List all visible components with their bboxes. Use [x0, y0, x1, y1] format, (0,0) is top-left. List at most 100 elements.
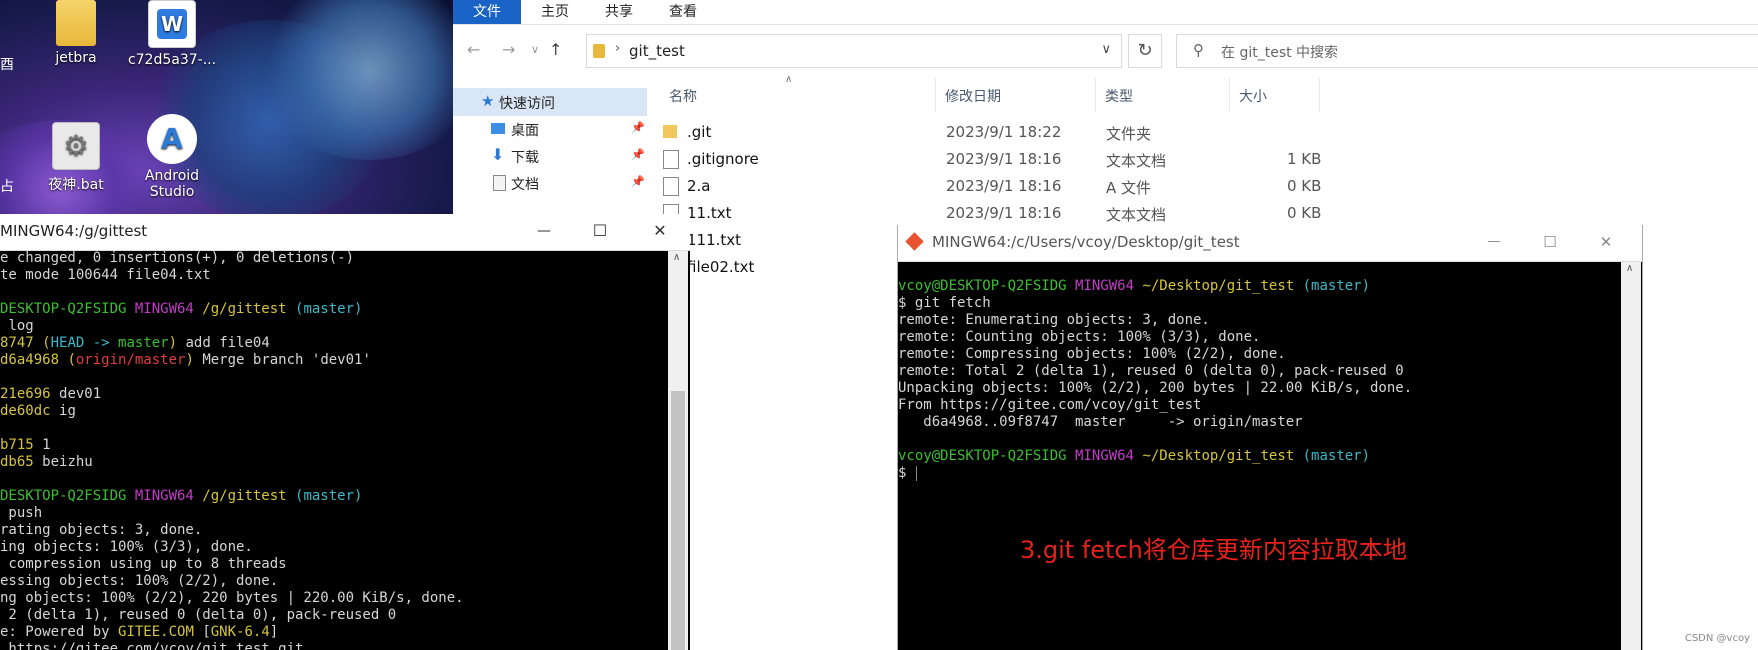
terminal-segment: ig	[59, 403, 76, 419]
red-annotation-text: 3.git fetch将仓库更新内容拉取本地	[1020, 536, 1407, 564]
file-row[interactable]: .gitignore 2023/9/1 18:16 文本文档 1 KB	[647, 146, 1627, 173]
scroll-up-icon[interactable]: ∧	[1626, 263, 1633, 274]
terminal-segment: (	[67, 352, 76, 368]
nav-item-downloads[interactable]: ⬇ 下载 📌	[453, 142, 647, 170]
terminal-line: https://gitee.com/vcoy/git_test.git	[0, 641, 668, 650]
terminal-output[interactable]: e changed, 0 insertions(+), 0 deletions(…	[0, 250, 668, 650]
nav-item-label: 快速访问	[499, 96, 555, 112]
terminal-segment: (master)	[1302, 448, 1371, 464]
desktop-icon-wps-doc[interactable]: W c72d5a37-...	[124, 0, 220, 68]
watermark: CSDN @vcoy	[1684, 633, 1750, 644]
file-size: 0 KB	[1287, 177, 1322, 195]
nav-item-desktop[interactable]: 桌面 📌	[453, 115, 647, 143]
minimize-button[interactable]: —	[1466, 225, 1522, 259]
column-header-name[interactable]: 名称	[669, 86, 697, 106]
maximize-button[interactable]: ☐	[1522, 225, 1578, 259]
terminal-line: essing objects: 100% (2/2), done.	[0, 573, 668, 590]
forward-arrow-icon[interactable]: →	[502, 40, 515, 59]
scrollbar[interactable]: ∧	[668, 251, 688, 650]
column-header-date[interactable]: 修改日期	[945, 86, 1001, 106]
desktop-edge-label: 占	[0, 179, 14, 195]
breadcrumb-current[interactable]: git_test	[629, 42, 685, 60]
pin-icon: 📌	[631, 121, 645, 134]
address-dropdown-icon[interactable]: ∨	[1101, 42, 1111, 57]
terminal-output[interactable]: vcoy@DESKTOP-Q2FSIDG MINGW64 ~/Desktop/g…	[898, 278, 1620, 650]
back-arrow-icon[interactable]: ←	[467, 40, 480, 59]
wps-icon: W	[148, 0, 196, 48]
desktop-icon-jetbra[interactable]: jetbra	[28, 0, 124, 66]
terminal-segment: compression using up to 8 threads	[0, 556, 287, 572]
file-row[interactable]: .git 2023/9/1 18:22 文件夹	[647, 119, 1627, 146]
terminal-segment: 8747	[0, 335, 43, 351]
tab-share[interactable]: 共享	[585, 0, 653, 24]
recent-chevron-icon[interactable]: ∨	[531, 43, 539, 56]
desktop-icon-label: jetbra	[55, 50, 97, 66]
terminal-segment: remote: Total 2 (delta 1), reused 0 (del…	[898, 363, 1404, 379]
gear-icon: ⚙	[52, 122, 100, 170]
column-divider[interactable]	[1095, 78, 1096, 112]
terminal-segment: beizhu	[42, 454, 93, 470]
terminal-line: 8747 (HEAD -> master) add file04	[0, 335, 668, 352]
download-arrow-icon: ⬇	[491, 145, 505, 164]
terminal-segment: remote: Enumerating objects: 3, done.	[898, 312, 1210, 328]
terminal-line: b715 1	[0, 437, 668, 454]
scrollbar[interactable]: ∧	[1621, 262, 1641, 650]
address-bar[interactable]: › git_test ∨	[586, 34, 1122, 68]
close-button[interactable]: ✕	[632, 214, 688, 248]
tab-file[interactable]: 文件	[453, 0, 521, 24]
column-header-row: ∧ 名称 修改日期 类型 大小	[647, 74, 1758, 112]
search-box[interactable]: ⚲ 在 git_test 中搜索	[1176, 34, 1758, 68]
terminal-line: remote: Compressing objects: 100% (2/2),…	[898, 346, 1620, 363]
tab-home[interactable]: 主页	[521, 0, 589, 24]
terminal-segment: GNK-6.4	[210, 624, 270, 640]
minimize-button[interactable]: —	[516, 214, 572, 248]
terminal-segment: d6a4968	[0, 352, 68, 368]
terminal-window-right[interactable]: MINGW64:/c/Users/vcoy/Desktop/git_test —…	[897, 225, 1643, 650]
nav-item-documents[interactable]: 文档 📌	[453, 169, 647, 197]
terminal-segment: de60dc	[0, 403, 60, 419]
android-studio-icon: A	[147, 114, 197, 164]
desktop-icon-android-studio[interactable]: A Android Studio	[124, 114, 220, 200]
column-header-size[interactable]: 大小	[1239, 86, 1267, 106]
file-date: 2023/9/1 18:16	[946, 204, 1062, 222]
nav-item-quick-access[interactable]: ★ 快速访问	[453, 88, 647, 116]
scroll-up-icon[interactable]: ∧	[673, 252, 680, 263]
terminal-line: vcoy@DESKTOP-Q2FSIDG MINGW64 ~/Desktop/g…	[898, 448, 1620, 465]
terminal-line: d6a4968..09f8747 master -> origin/master	[898, 414, 1620, 431]
file-name: 111.txt	[687, 231, 742, 249]
terminal-segment: origin/master	[75, 352, 186, 368]
file-row[interactable]: 11.txt 2023/9/1 18:16 文本文档 0 KB	[647, 200, 1627, 227]
terminal-line: DESKTOP-Q2FSIDG MINGW64 /g/gittest (mast…	[0, 301, 668, 318]
desktop-folder-icon	[491, 123, 505, 134]
search-placeholder: 在 git_test 中搜索	[1221, 45, 1339, 61]
terminal-titlebar[interactable]: MINGW64:/c/Users/vcoy/Desktop/git_test —…	[898, 225, 1642, 262]
column-divider[interactable]	[935, 78, 936, 112]
window-title: MINGW64:/c/Users/vcoy/Desktop/git_test	[932, 233, 1240, 251]
up-arrow-icon[interactable]: ↑	[549, 40, 562, 59]
terminal-segment: ~/Desktop/git_test	[1142, 278, 1303, 294]
terminal-segment: vcoy@DESKTOP-Q2FSIDG	[898, 278, 1076, 294]
sort-up-chevron-icon: ∧	[785, 74, 793, 85]
maximize-button[interactable]: ☐	[572, 214, 628, 248]
tab-view[interactable]: 查看	[649, 0, 717, 24]
scrollbar-thumb[interactable]	[671, 391, 685, 650]
terminal-window-left[interactable]: MINGW64:/g/gittest — ☐ ✕ e changed, 0 in…	[0, 214, 690, 650]
terminal-segment: dev01	[59, 386, 102, 402]
refresh-button[interactable]: ↻	[1128, 34, 1162, 68]
file-size: 1 KB	[1287, 150, 1322, 168]
desktop-icon-nox-bat[interactable]: ⚙ 夜神.bat	[28, 122, 124, 194]
terminal-segment: (master)	[295, 301, 363, 317]
terminal-segment: https://gitee.com/vcoy/git_test.git	[0, 641, 304, 650]
navigation-pane: ★ 快速访问 桌面 📌 ⬇ 下载 📌 文档 📌	[453, 88, 647, 218]
file-name: file02.txt	[687, 258, 755, 276]
desktop-icon-label: 夜神.bat	[48, 177, 104, 193]
column-divider[interactable]	[1319, 78, 1320, 112]
terminal-titlebar[interactable]: MINGW64:/g/gittest — ☐ ✕	[0, 214, 690, 251]
file-row[interactable]: 2.a 2023/9/1 18:16 A 文件 0 KB	[647, 173, 1627, 200]
folder-icon	[593, 44, 605, 58]
column-header-type[interactable]: 类型	[1105, 86, 1133, 106]
column-divider[interactable]	[1229, 78, 1230, 112]
close-button[interactable]: ✕	[1578, 225, 1634, 259]
